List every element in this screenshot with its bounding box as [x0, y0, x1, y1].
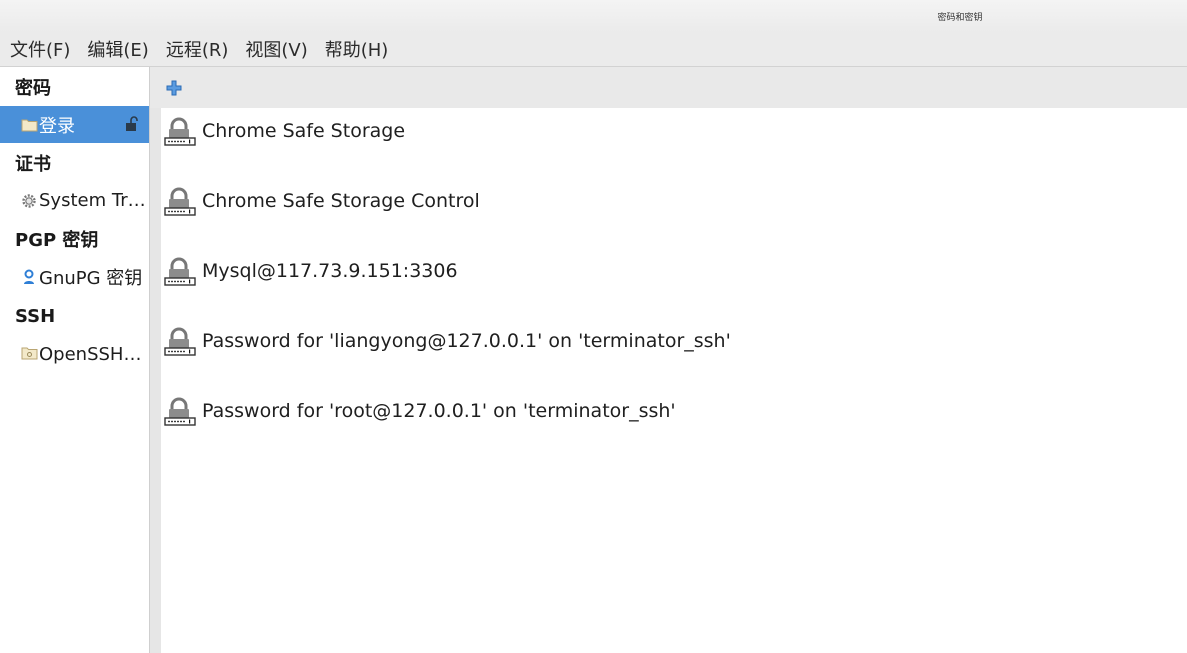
entry-label: Chrome Safe Storage Control — [202, 190, 480, 212]
menu-view[interactable]: 视图(V) — [237, 36, 315, 62]
sidebar: 密码 登录 证书 System Trust PGP 密钥 GnuPG 密钥 SS… — [0, 67, 150, 653]
title-bar: 密码和密钥 — [0, 0, 1187, 32]
password-lock-icon — [164, 116, 196, 146]
list-item[interactable]: Mysql@117.73.9.151:3306 — [161, 251, 458, 291]
sidebar-item-label: System Trust — [39, 190, 147, 211]
window-title: 密码和密钥 — [937, 13, 983, 23]
toolbar — [150, 67, 1187, 108]
list-item[interactable]: Password for 'root@127.0.0.1' on 'termin… — [161, 391, 676, 431]
sidebar-item-login[interactable]: 登录 — [0, 106, 149, 143]
pane-divider[interactable] — [150, 67, 161, 653]
section-header-ssh: SSH — [15, 306, 56, 327]
menu-remote[interactable]: 远程(R) — [158, 36, 237, 62]
gear-icon — [20, 192, 38, 210]
folder-icon — [20, 344, 38, 362]
sidebar-item-openssh[interactable]: OpenSSH 密钥 — [0, 334, 149, 371]
entry-label: Password for 'root@127.0.0.1' on 'termin… — [202, 400, 676, 422]
entry-label: Password for 'liangyong@127.0.0.1' on 't… — [202, 330, 731, 352]
entry-label: Chrome Safe Storage — [202, 120, 406, 142]
sidebar-item-label: GnuPG 密钥 — [39, 267, 143, 289]
sidebar-item-gnupg-keys[interactable]: GnuPG 密钥 — [0, 258, 149, 295]
list-item[interactable]: Password for 'liangyong@127.0.0.1' on 't… — [161, 321, 731, 361]
password-lock-icon — [164, 186, 196, 216]
folder-icon — [20, 116, 38, 134]
section-header-certificates: 证书 — [15, 154, 51, 175]
sidebar-item-system-trust[interactable]: System Trust — [0, 182, 149, 219]
password-lock-icon — [164, 256, 196, 286]
password-lock-icon — [164, 326, 196, 356]
unlocked-padlock-icon[interactable] — [125, 116, 139, 137]
menu-file[interactable]: 文件(F) — [0, 36, 78, 62]
add-icon[interactable] — [165, 79, 183, 97]
password-lock-icon — [164, 396, 196, 426]
item-list: Chrome Safe Storage Chrome Safe Storage … — [161, 108, 1187, 653]
sidebar-item-label: OpenSSH 密钥 — [39, 343, 147, 365]
section-header-pgp-keys: PGP 密钥 — [15, 230, 99, 251]
sidebar-item-label: 登录 — [39, 115, 75, 137]
section-header-passwords: 密码 — [15, 78, 51, 99]
menu-help[interactable]: 帮助(H) — [317, 36, 397, 62]
menu-bar: 文件(F) 编辑(E) 远程(R) 视图(V) 帮助(H) — [0, 32, 1187, 67]
list-item[interactable]: Chrome Safe Storage — [161, 111, 405, 151]
key-person-icon — [20, 268, 38, 286]
menu-edit[interactable]: 编辑(E) — [79, 36, 156, 62]
entry-label: Mysql@117.73.9.151:3306 — [202, 260, 458, 282]
list-item[interactable]: Chrome Safe Storage Control — [161, 181, 480, 221]
